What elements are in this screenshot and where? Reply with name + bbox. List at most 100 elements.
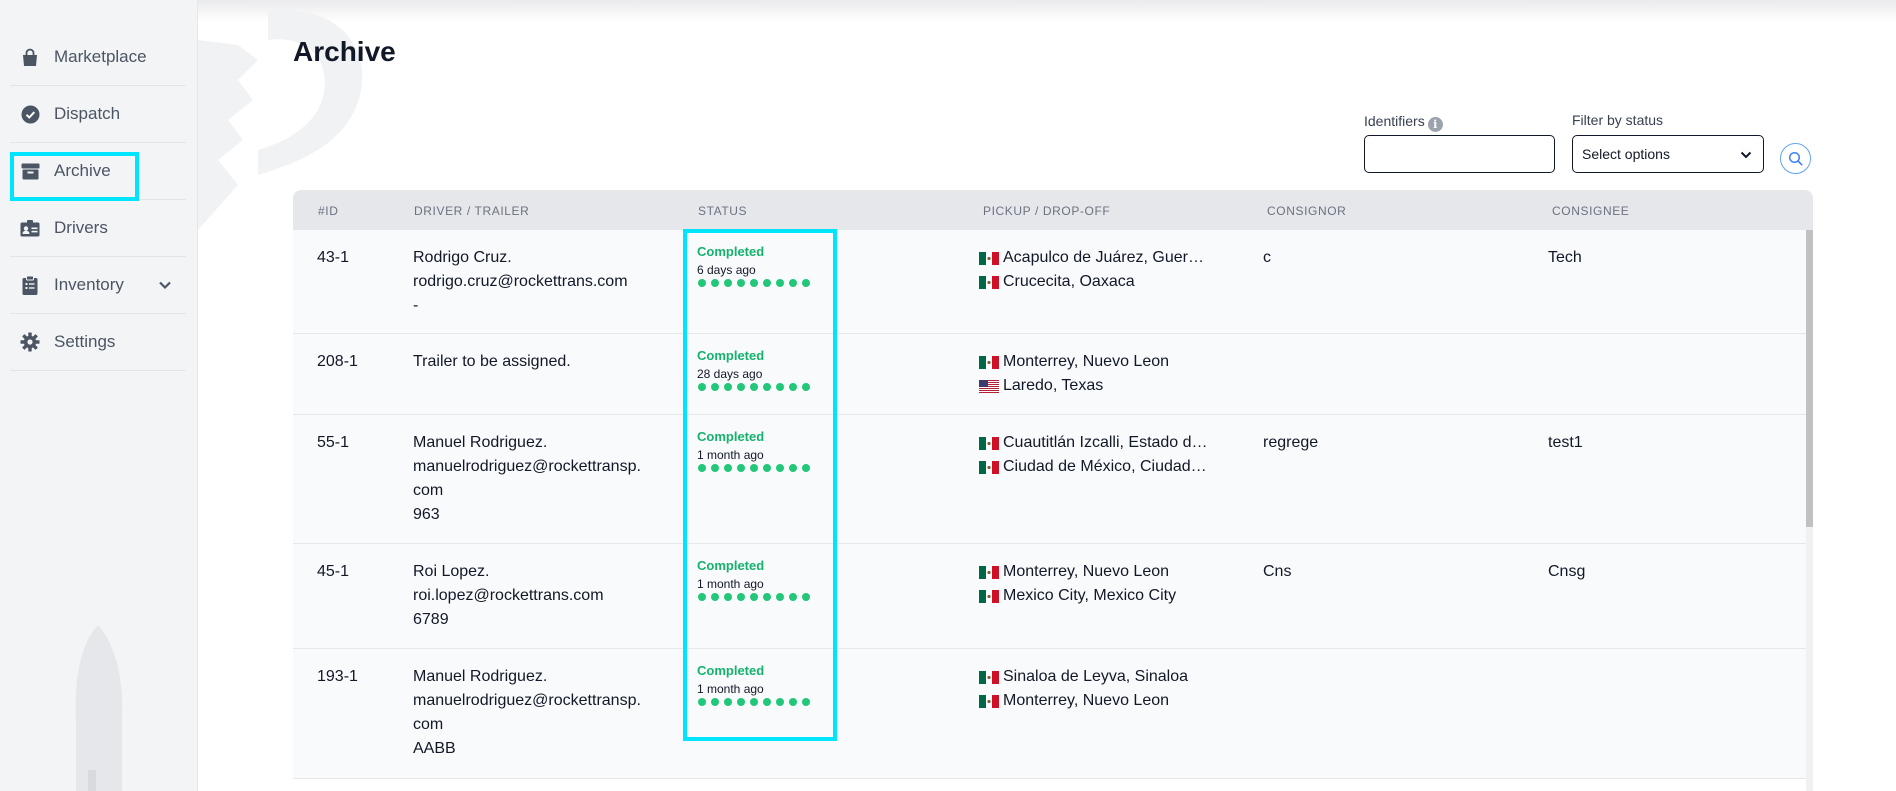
- sidebar-item-label: Marketplace: [54, 47, 147, 66]
- sidebar-item-marketplace[interactable]: Marketplace: [10, 29, 186, 86]
- sidebar-item-label: Archive: [54, 161, 111, 180]
- flag-mx-icon: [979, 565, 999, 579]
- page-title: Archive: [293, 36, 396, 67]
- id-card-icon: [20, 218, 40, 238]
- progress-dot: [802, 464, 810, 472]
- flag-mx-icon: [979, 275, 999, 289]
- status-time: 1 month ago: [697, 577, 764, 591]
- sidebar-item-label: Inventory: [54, 275, 124, 294]
- consignor: c: [1263, 249, 1271, 266]
- sidebar-item-drivers[interactable]: Drivers: [10, 200, 186, 257]
- driver-line: Rodrigo Cruz.: [413, 249, 512, 266]
- flag-us-icon: [979, 379, 999, 393]
- column-header-driver: DRIVER / TRAILER: [414, 204, 530, 218]
- dropoff-location: Laredo, Texas: [979, 374, 1209, 398]
- progress-dot: [789, 279, 797, 287]
- progress-dot: [711, 593, 719, 601]
- status-badge: Completed: [697, 244, 765, 259]
- progress-dot: [698, 464, 706, 472]
- driver-line: Manuel Rodriguez.: [413, 434, 548, 451]
- consignee: test1: [1548, 434, 1583, 451]
- progress-dot: [711, 464, 719, 472]
- status-time: 6 days ago: [697, 263, 756, 277]
- pickup-text: Sinaloa de Leyva, Sinaloa: [1003, 668, 1189, 685]
- driver-line: Roi Lopez.: [413, 563, 490, 580]
- row-id: 55-1: [317, 434, 350, 451]
- gear-icon: [20, 332, 40, 352]
- progress-dots: [698, 593, 810, 601]
- sidebar-item-settings[interactable]: Settings: [10, 314, 186, 371]
- flag-mx-icon: [979, 251, 999, 265]
- progress-dot: [724, 698, 732, 706]
- progress-dot: [789, 593, 797, 601]
- scrollbar-thumb[interactable]: [1806, 230, 1813, 527]
- status-filter-label: Filter by status: [1572, 112, 1664, 128]
- flag-mx-icon: [979, 460, 999, 474]
- status-badge: Completed: [697, 429, 765, 444]
- driver-line: manuelrodriguez@rockettransp.: [413, 692, 641, 709]
- identifiers-input[interactable]: [1364, 135, 1555, 173]
- search-icon: [1788, 151, 1803, 166]
- chevron-down-icon[interactable]: [156, 276, 174, 294]
- clipboard-icon: [20, 275, 40, 295]
- progress-dots: [698, 698, 810, 706]
- search-button[interactable]: [1780, 143, 1811, 174]
- status-badge: Completed: [697, 663, 765, 678]
- table-row[interactable]: 43-1 Rodrigo Cruz. rodrigo.cruz@rockettran…: [293, 230, 1806, 334]
- pickup-text: Monterrey, Nuevo Leon: [1003, 353, 1170, 370]
- table-header: #ID DRIVER / TRAILER STATUS PICKUP / DRO…: [293, 190, 1813, 230]
- row-id: 208-1: [317, 353, 358, 370]
- driver-line: com: [413, 716, 444, 733]
- progress-dots: [698, 464, 810, 472]
- progress-dot: [724, 464, 732, 472]
- column-header-consignee: CONSIGNEE: [1552, 204, 1630, 218]
- top-shadow: [198, 0, 1896, 22]
- table-scrollbar[interactable]: [1806, 230, 1813, 791]
- progress-dot: [802, 279, 810, 287]
- sidebar: Marketplace Dispatch Archive Drivers Inv…: [0, 0, 198, 791]
- table-row[interactable]: 208-1 Trailer to be assigned. Completed 28 …: [293, 334, 1806, 415]
- sidebar-item-dispatch[interactable]: Dispatch: [10, 86, 186, 143]
- status-filter-select[interactable]: Select options: [1572, 135, 1764, 173]
- status-time: 1 month ago: [697, 448, 764, 462]
- progress-dots: [698, 383, 810, 391]
- identifiers-label: Identifiers i: [1364, 113, 1443, 132]
- driver-line: Manuel Rodriguez.: [413, 668, 548, 685]
- sidebar-item-archive[interactable]: Archive: [10, 143, 186, 201]
- progress-dot: [789, 698, 797, 706]
- progress-dot: [737, 593, 745, 601]
- driver-line: 963: [413, 506, 440, 523]
- driver-line: 6789: [413, 611, 449, 628]
- check-circle-icon: [20, 104, 40, 124]
- progress-dot: [776, 698, 784, 706]
- pickup-location: Monterrey, Nuevo Leon: [979, 560, 1209, 584]
- progress-dot: [763, 464, 771, 472]
- table-body: 43-1 Rodrigo Cruz. rodrigo.cruz@rockettran…: [293, 230, 1806, 779]
- progress-dot: [724, 279, 732, 287]
- driver-trailer-cell: Rodrigo Cruz. rodrigo.cruz@rockettrans.co…: [413, 246, 653, 318]
- dropoff-text: Mexico City, Mexico City: [1003, 587, 1177, 604]
- info-icon[interactable]: i: [1427, 117, 1443, 132]
- column-header-consignor: CONSIGNOR: [1267, 204, 1347, 218]
- driver-line: manuelrodriguez@rockettransp.: [413, 458, 641, 475]
- status-filter-placeholder: Select options: [1582, 146, 1670, 162]
- progress-dot: [698, 383, 706, 391]
- driver-trailer-cell: Trailer to be assigned.: [413, 350, 653, 374]
- table-row[interactable]: 55-1 Manuel Rodriguez. manuelrodriguez@roc…: [293, 415, 1806, 544]
- consignor: regrege: [1263, 434, 1319, 451]
- dropoff-text: Monterrey, Nuevo Leon: [1003, 692, 1170, 709]
- dropoff-text: Laredo, Texas: [1003, 377, 1104, 394]
- progress-dot: [737, 464, 745, 472]
- progress-dot: [750, 698, 758, 706]
- table-row[interactable]: 45-1 Roi Lopez. roi.lopez@rockettrans.com 6…: [293, 544, 1806, 649]
- progress-dot: [750, 464, 758, 472]
- progress-dot: [763, 383, 771, 391]
- progress-dot: [724, 383, 732, 391]
- progress-dot: [750, 279, 758, 287]
- driver-line: rodrigo.cruz@rockettrans.com: [413, 273, 628, 290]
- driver-trailer-cell: Manuel Rodriguez. manuelrodriguez@rockett…: [413, 665, 653, 761]
- driver-line: com: [413, 482, 444, 499]
- table-row[interactable]: 193-1 Manuel Rodriguez. manuelrodriguez@ro…: [293, 649, 1806, 779]
- sidebar-item-inventory[interactable]: Inventory: [10, 257, 186, 314]
- chevron-down-icon: [1740, 151, 1752, 159]
